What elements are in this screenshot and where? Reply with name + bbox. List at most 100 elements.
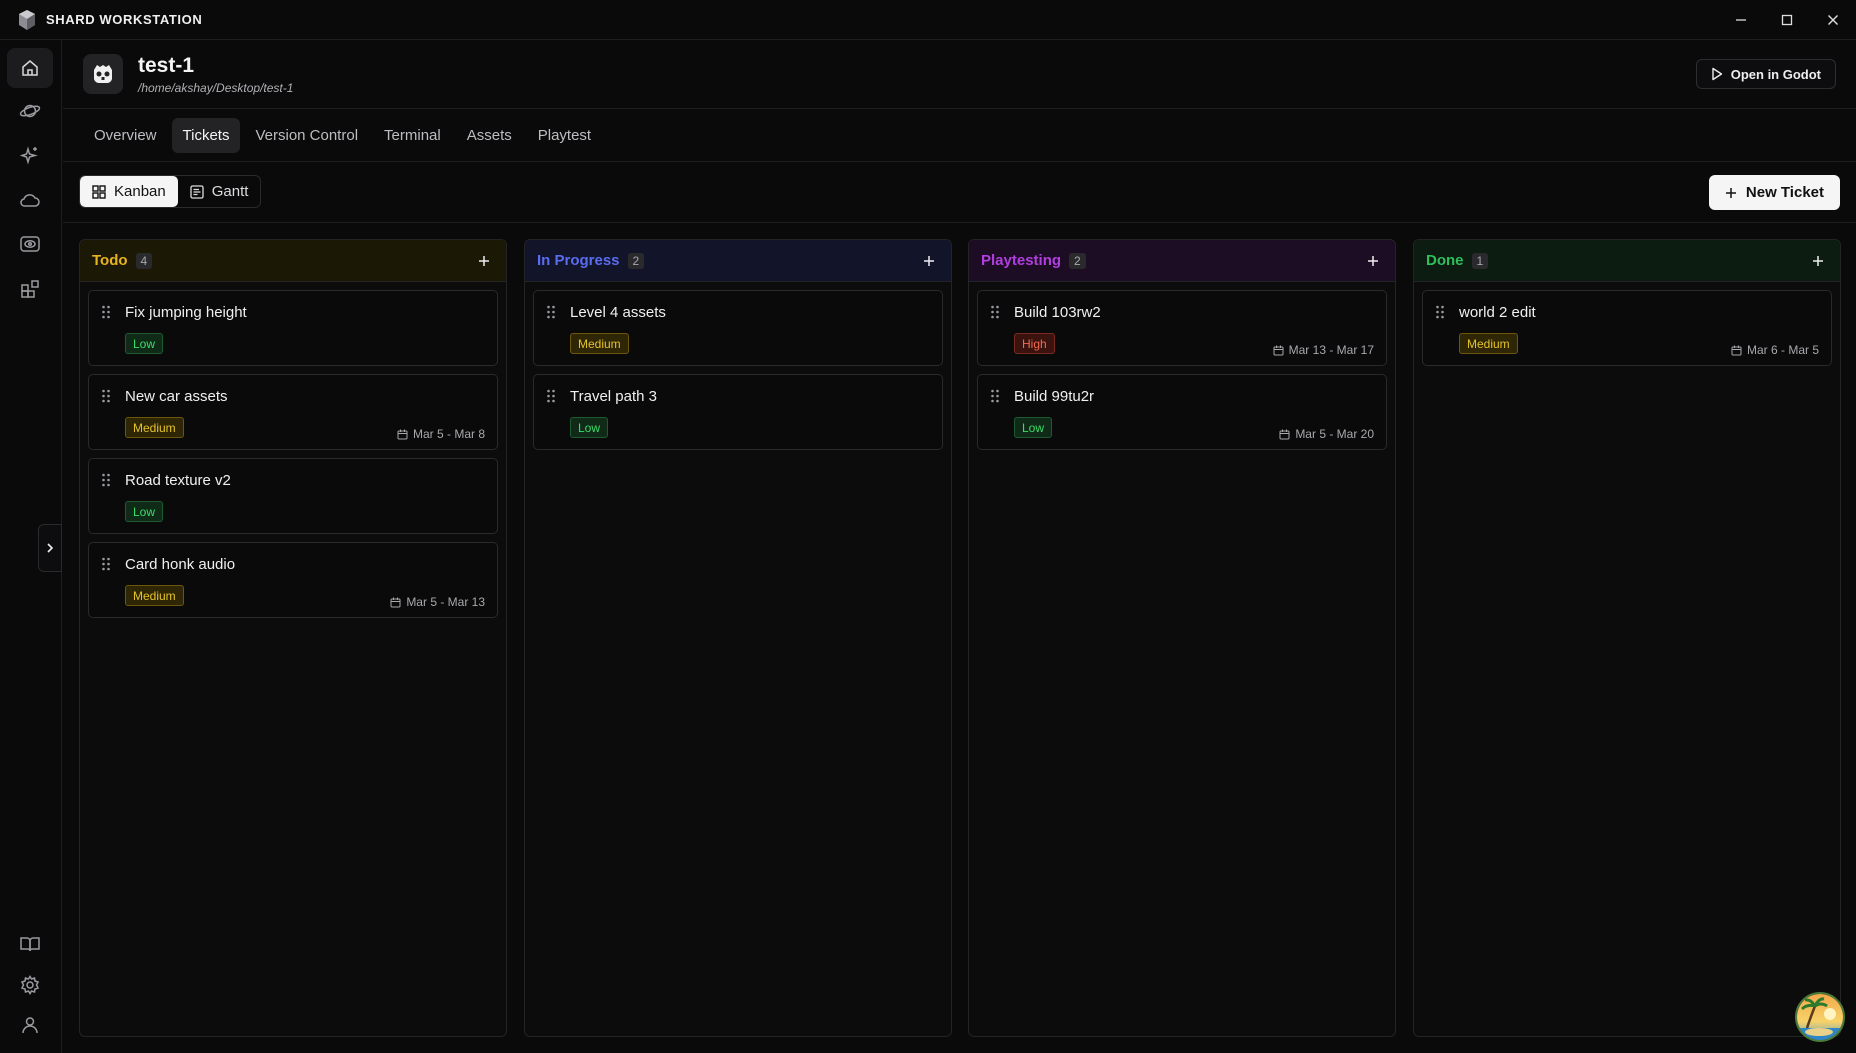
- ticket-title: Build 99tu2r: [1014, 388, 1095, 405]
- app-title: SHARD WORKSTATION: [46, 12, 203, 27]
- column-playtesting: Playtesting 2 Build 103rw2 High Mar 13 - Mar…: [968, 239, 1396, 1037]
- widgets-icon[interactable]: [7, 269, 53, 309]
- calendar-icon: [1279, 429, 1290, 439]
- add-ticket-plus-icon[interactable]: [474, 251, 494, 271]
- column-count-badge: 2: [627, 252, 645, 269]
- drag-handle-icon[interactable]: [1435, 305, 1447, 321]
- eye-icon[interactable]: [7, 224, 53, 264]
- column-count-badge: 1: [1471, 252, 1489, 269]
- column-todo: Todo 4 Fix jumping height Low New car assets…: [79, 239, 507, 1037]
- ticket-title: Build 103rw2: [1014, 304, 1101, 321]
- ticket-card[interactable]: Build 99tu2r Low Mar 5 - Mar 20: [977, 374, 1387, 450]
- tickets-toolbar: Kanban Gantt New Ticket: [63, 162, 1856, 223]
- ticket-card[interactable]: Build 103rw2 High Mar 13 - Mar 17: [977, 290, 1387, 366]
- priority-badge: Low: [125, 501, 164, 522]
- add-ticket-plus-icon[interactable]: [1808, 251, 1828, 271]
- ticket-dates: Mar 13 - Mar 17: [1273, 343, 1374, 357]
- ticket-date-range: Mar 5 - Mar 13: [406, 595, 485, 609]
- ticket-card[interactable]: world 2 edit Medium Mar 6 - Mar 5: [1422, 290, 1832, 366]
- drag-handle-icon[interactable]: [546, 389, 558, 405]
- card-list: Build 103rw2 High Mar 13 - Mar 17 Build 99t…: [969, 282, 1395, 466]
- drag-handle-icon[interactable]: [101, 305, 113, 321]
- view-toggle: Kanban Gantt: [79, 175, 262, 208]
- column-header: Playtesting 2: [969, 240, 1395, 282]
- drag-handle-icon[interactable]: [101, 473, 113, 489]
- ticket-dates: Mar 5 - Mar 8: [397, 427, 485, 441]
- column-count-badge: 2: [1069, 252, 1086, 269]
- user-icon[interactable]: [7, 1005, 53, 1045]
- minimize-icon[interactable]: [1718, 0, 1764, 40]
- calendar-icon: [397, 429, 408, 439]
- home-icon[interactable]: [7, 48, 53, 88]
- chevron-right-icon: [47, 543, 54, 553]
- gantt-view-button[interactable]: Gantt: [178, 176, 261, 207]
- add-ticket-plus-icon[interactable]: [919, 251, 939, 271]
- tab-playtest[interactable]: Playtest: [527, 118, 602, 153]
- ticket-card[interactable]: New car assets Medium Mar 5 - Mar 8: [88, 374, 498, 450]
- project-path: /home/akshay/Desktop/test-1: [138, 81, 294, 95]
- tab-overview[interactable]: Overview: [83, 118, 168, 153]
- sparkles-icon[interactable]: [7, 135, 53, 175]
- priority-badge: Low: [125, 333, 164, 354]
- card-list: Fix jumping height Low New car assets Mediu…: [80, 282, 506, 634]
- priority-badge: High: [1014, 333, 1055, 354]
- drag-handle-icon[interactable]: [990, 305, 1002, 321]
- card-list: world 2 edit Medium Mar 6 - Mar 5: [1414, 282, 1840, 382]
- priority-badge: Medium: [125, 585, 184, 606]
- godot-icon: [83, 54, 123, 94]
- tab-version-control[interactable]: Version Control: [244, 118, 369, 153]
- project-header: test-1 /home/akshay/Desktop/test-1 Open …: [63, 40, 1856, 109]
- priority-badge: Medium: [125, 417, 184, 438]
- kanban-label: Kanban: [114, 183, 166, 200]
- shard-logo-icon: [16, 8, 38, 32]
- expand-sidebar-button[interactable]: [38, 524, 62, 572]
- plus-icon: [1725, 187, 1736, 198]
- ticket-title: Travel path 3: [570, 388, 657, 405]
- tab-terminal[interactable]: Terminal: [373, 118, 452, 153]
- close-icon[interactable]: [1810, 0, 1856, 40]
- drag-handle-icon[interactable]: [101, 389, 113, 405]
- ticket-title: Level 4 assets: [570, 304, 666, 321]
- book-icon[interactable]: [7, 924, 53, 964]
- ticket-title: Road texture v2: [125, 472, 231, 489]
- drag-handle-icon[interactable]: [990, 389, 1002, 405]
- project-tabs: Overview Tickets Version Control Termina…: [63, 109, 1856, 162]
- priority-badge: Low: [570, 417, 609, 438]
- maximize-icon[interactable]: [1764, 0, 1810, 40]
- column-title: In Progress: [537, 252, 620, 269]
- column-count-badge: 4: [135, 252, 153, 269]
- project-name: test-1: [138, 54, 195, 77]
- new-ticket-label: New Ticket: [1745, 184, 1824, 201]
- ticket-card[interactable]: Travel path 3 Low: [533, 374, 943, 450]
- new-ticket-button[interactable]: New Ticket: [1708, 175, 1840, 210]
- calendar-icon: [1273, 345, 1284, 355]
- settings-gear-icon[interactable]: [7, 965, 53, 1005]
- orbit-icon[interactable]: [7, 91, 53, 131]
- drag-handle-icon[interactable]: [101, 557, 113, 573]
- priority-badge: Medium: [570, 333, 629, 354]
- open-in-godot-label: Open in Godot: [1730, 66, 1821, 82]
- calendar-icon: [1731, 345, 1742, 355]
- column-title: Playtesting: [981, 252, 1062, 269]
- ticket-dates: Mar 6 - Mar 5: [1731, 343, 1819, 357]
- tab-assets[interactable]: Assets: [456, 118, 523, 153]
- add-ticket-plus-icon[interactable]: [1363, 251, 1383, 271]
- user-avatar[interactable]: [1795, 992, 1845, 1042]
- ticket-card[interactable]: Level 4 assets Medium: [533, 290, 943, 366]
- ticket-card[interactable]: Fix jumping height Low: [88, 290, 498, 366]
- ticket-title: world 2 edit: [1459, 304, 1536, 321]
- ticket-card[interactable]: Road texture v2 Low: [88, 458, 498, 534]
- ticket-date-range: Mar 6 - Mar 5: [1746, 343, 1819, 357]
- ticket-title: New car assets: [125, 388, 228, 405]
- ticket-card[interactable]: Card honk audio Medium Mar 5 - Mar 13: [88, 542, 498, 618]
- title-bar: SHARD WORKSTATION: [0, 0, 1856, 40]
- open-in-godot-button[interactable]: Open in Godot: [1695, 59, 1836, 89]
- tab-tickets[interactable]: Tickets: [171, 117, 241, 153]
- drag-handle-icon[interactable]: [546, 305, 558, 321]
- priority-badge: Low: [1014, 417, 1053, 438]
- column-header: In Progress 2: [525, 240, 951, 282]
- cloud-icon[interactable]: [7, 180, 53, 220]
- ticket-date-range: Mar 13 - Mar 17: [1288, 343, 1374, 357]
- calendar-icon: [390, 597, 401, 607]
- kanban-view-button[interactable]: Kanban: [80, 176, 178, 207]
